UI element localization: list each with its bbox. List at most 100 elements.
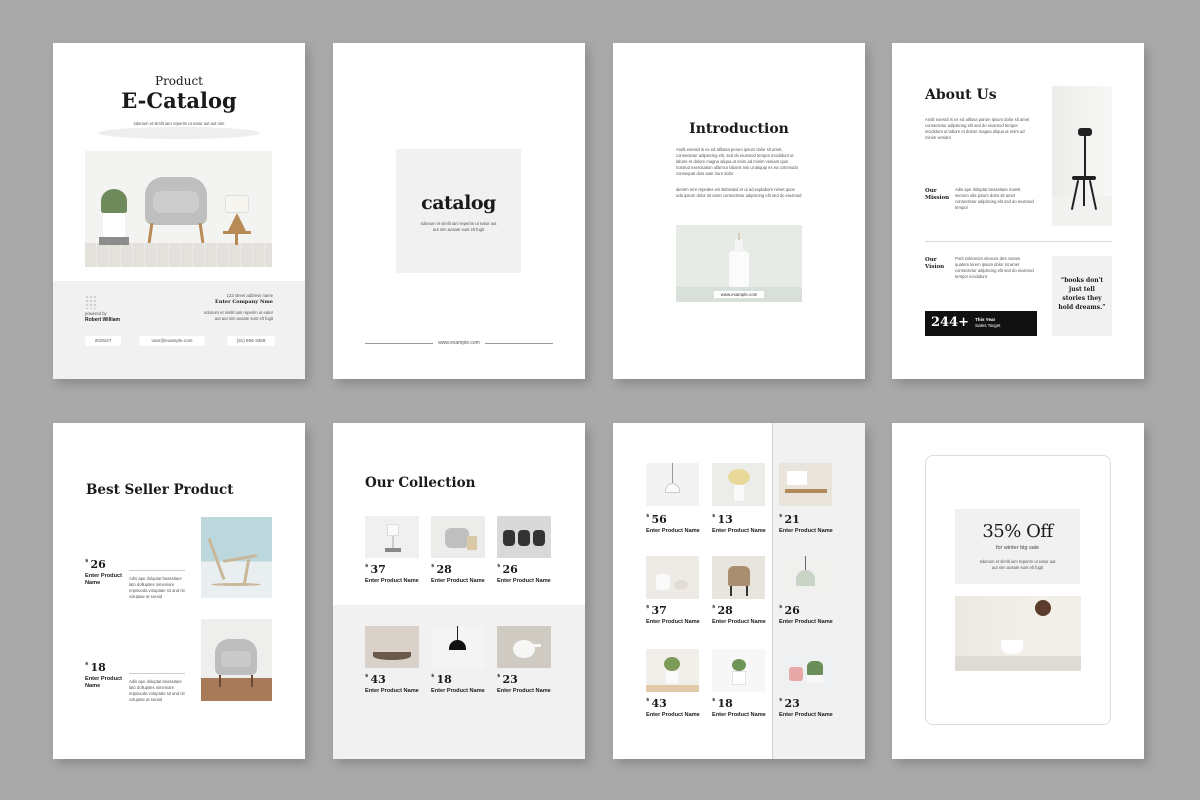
catalog-url[interactable]: www.example.com bbox=[433, 340, 485, 346]
product-name: Enter Product Name bbox=[646, 712, 700, 718]
grid-item[interactable]: $43 Enter Product Name bbox=[646, 697, 700, 718]
grid-succulent-photo bbox=[712, 649, 765, 692]
product-price: $28 bbox=[712, 604, 733, 617]
about-page: About Us Andit exessit is ex ed atllusa … bbox=[892, 43, 1144, 379]
collection-chair-photo bbox=[431, 516, 485, 558]
intro-para-2: alentm rere repedes eni Bdorated et ut a… bbox=[676, 187, 802, 198]
grid-ceramics-photo bbox=[646, 556, 699, 599]
intro-bottle-photo: www.example.com bbox=[676, 225, 802, 302]
product-price: $37 bbox=[365, 563, 386, 576]
catalog-word: catalog bbox=[421, 192, 496, 214]
collection-item[interactable]: $43 Enter Product Name bbox=[365, 673, 419, 694]
intro-url[interactable]: www.example.com bbox=[714, 291, 764, 298]
product-desc: Adis ape doluptat beassitare lato dollup… bbox=[129, 576, 185, 599]
about-divider-right bbox=[1052, 241, 1112, 242]
about-stat-label-2: Sales Target bbox=[975, 323, 1001, 328]
product-price: $18 bbox=[431, 673, 452, 686]
intro-title: Introduction bbox=[689, 121, 789, 137]
about-para: Andit exessit is ex ed atllusa parum ips… bbox=[925, 117, 1030, 140]
bestseller-title: Best Seller Product bbox=[86, 482, 234, 498]
grid-item[interactable]: $28 Enter Product Name bbox=[712, 604, 766, 625]
collection-item[interactable]: $37 Enter Product Name bbox=[365, 563, 419, 584]
product-price: $43 bbox=[365, 673, 386, 686]
cover-subtitle: Product bbox=[155, 74, 203, 88]
about-mission-text: Adis ape doluptat beassitare mamit sectu… bbox=[955, 187, 1034, 210]
about-quote: “books don't just tell stories they hold… bbox=[1058, 277, 1106, 311]
product-price: $28 bbox=[431, 563, 452, 576]
product-name: Enter Product Name bbox=[431, 688, 485, 694]
cover-company-desc: sdonum et simlit iam reperim ut eatur au… bbox=[204, 310, 273, 321]
catalog-desc: sdonum et simlit iam reperim ut eatur au… bbox=[420, 221, 497, 232]
product-name: Enter Product Name bbox=[365, 688, 419, 694]
promo-desc: sdonum et simlit iam reperim ut eatur au… bbox=[979, 559, 1056, 570]
grid-lamp-photo bbox=[646, 463, 699, 506]
about-vision-text: Porit solerenim eleoces des nosam quatem… bbox=[955, 256, 1034, 279]
promo-sub: for winter big sale bbox=[995, 545, 1040, 551]
bestseller-divider bbox=[129, 673, 185, 674]
product-name: Enter Product Name bbox=[712, 712, 766, 718]
product-name: Enter Product Name bbox=[712, 619, 766, 625]
cover-year: 2025/27 bbox=[85, 336, 121, 346]
catalog-line-right bbox=[485, 343, 553, 344]
cover-ellipse bbox=[98, 127, 260, 139]
product-name: Enter Product Name bbox=[646, 528, 700, 534]
product-name: Enter Product Name bbox=[779, 619, 833, 625]
grid-plant-photo bbox=[646, 649, 699, 692]
grid-item[interactable]: $23 Enter Product Name bbox=[779, 697, 833, 718]
about-stat-label-1: This Year bbox=[975, 317, 996, 322]
cover-info-panel: powered by Robert William 123 street add… bbox=[53, 281, 305, 379]
about-chair-photo bbox=[1052, 86, 1112, 226]
product-price: $23 bbox=[497, 673, 518, 686]
product-price: $13 bbox=[712, 513, 733, 526]
grid-item[interactable]: $18 Enter Product Name bbox=[712, 697, 766, 718]
bestseller-divider bbox=[129, 570, 185, 571]
product-name: Enter Product Name bbox=[497, 688, 551, 694]
collection-item[interactable]: $18 Enter Product Name bbox=[431, 673, 485, 694]
about-stat-box: 244+ This Year Sales Target bbox=[925, 311, 1037, 336]
product-price: $21 bbox=[779, 513, 800, 526]
collection-page: Our Collection $37 Enter Product Name $2… bbox=[333, 423, 585, 759]
catalog-box: catalog sdonum et simlit iam reperim ut … bbox=[396, 149, 521, 273]
product-name: Enter Product Name bbox=[431, 578, 485, 584]
cover-author: Robert William bbox=[85, 317, 120, 323]
product-price: $26 bbox=[497, 563, 518, 576]
about-mission-label: Our Mission bbox=[925, 188, 950, 201]
about-vision-label: Our Vision bbox=[925, 257, 945, 270]
catalog-page: catalog sdonum et simlit iam reperim ut … bbox=[333, 43, 585, 379]
cover-email[interactable]: user@example.com bbox=[139, 336, 205, 346]
collection-item[interactable]: $28 Enter Product Name bbox=[431, 563, 485, 584]
collection-office-chairs-photo bbox=[497, 516, 551, 558]
cover-page: Product E-Catalog sdonum et simlit iam r… bbox=[53, 43, 305, 379]
grid-item[interactable]: $21 Enter Product Name bbox=[779, 513, 833, 534]
collection-item[interactable]: $26 Enter Product Name bbox=[497, 563, 551, 584]
product-name: Enter Product Name bbox=[646, 619, 700, 625]
grid-item[interactable]: $26 Enter Product Name bbox=[779, 604, 833, 625]
promo-coffee-photo bbox=[955, 596, 1081, 671]
grid-room-photo bbox=[779, 463, 832, 506]
bestseller-item-1[interactable]: $26 Enter Product Name Adis ape doluptat… bbox=[85, 558, 189, 599]
product-price: $43 bbox=[646, 697, 667, 710]
grid-item[interactable]: $13 Enter Product Name bbox=[712, 513, 766, 534]
product-name: Enter Product Name bbox=[85, 676, 122, 689]
catalog-line-left bbox=[365, 343, 433, 344]
bestseller-page: Best Seller Product $26 Enter Product Na… bbox=[53, 423, 305, 759]
promo-headline: 35% Off bbox=[982, 521, 1053, 542]
collection-teapot-photo bbox=[497, 626, 551, 668]
grid-flowers-photo bbox=[712, 463, 765, 506]
grid-pendant-photo bbox=[779, 556, 832, 599]
product-name: Enter Product Name bbox=[365, 578, 419, 584]
product-name: Enter Product Name bbox=[712, 528, 766, 534]
grid-item[interactable]: $56 Enter Product Name bbox=[646, 513, 700, 534]
promo-frame bbox=[925, 455, 1111, 725]
product-price: $18 bbox=[712, 697, 733, 710]
collection-bowl-photo bbox=[365, 626, 419, 668]
collection-item[interactable]: $23 Enter Product Name bbox=[497, 673, 551, 694]
product-desc: Adis ape doluptat beassitare lato dollup… bbox=[129, 679, 185, 702]
grid-item[interactable]: $37 Enter Product Name bbox=[646, 604, 700, 625]
collection-title: Our Collection bbox=[365, 475, 476, 491]
bestseller-item-2[interactable]: $18 Enter Product Name Adis ape doluptat… bbox=[85, 661, 189, 702]
intro-para-1: Andit exessit is ex ed atllutsa perum ip… bbox=[676, 147, 798, 176]
bestseller-armchair-photo bbox=[201, 619, 272, 701]
product-name: Enter Product Name bbox=[779, 712, 833, 718]
product-name: Enter Product Name bbox=[497, 578, 551, 584]
